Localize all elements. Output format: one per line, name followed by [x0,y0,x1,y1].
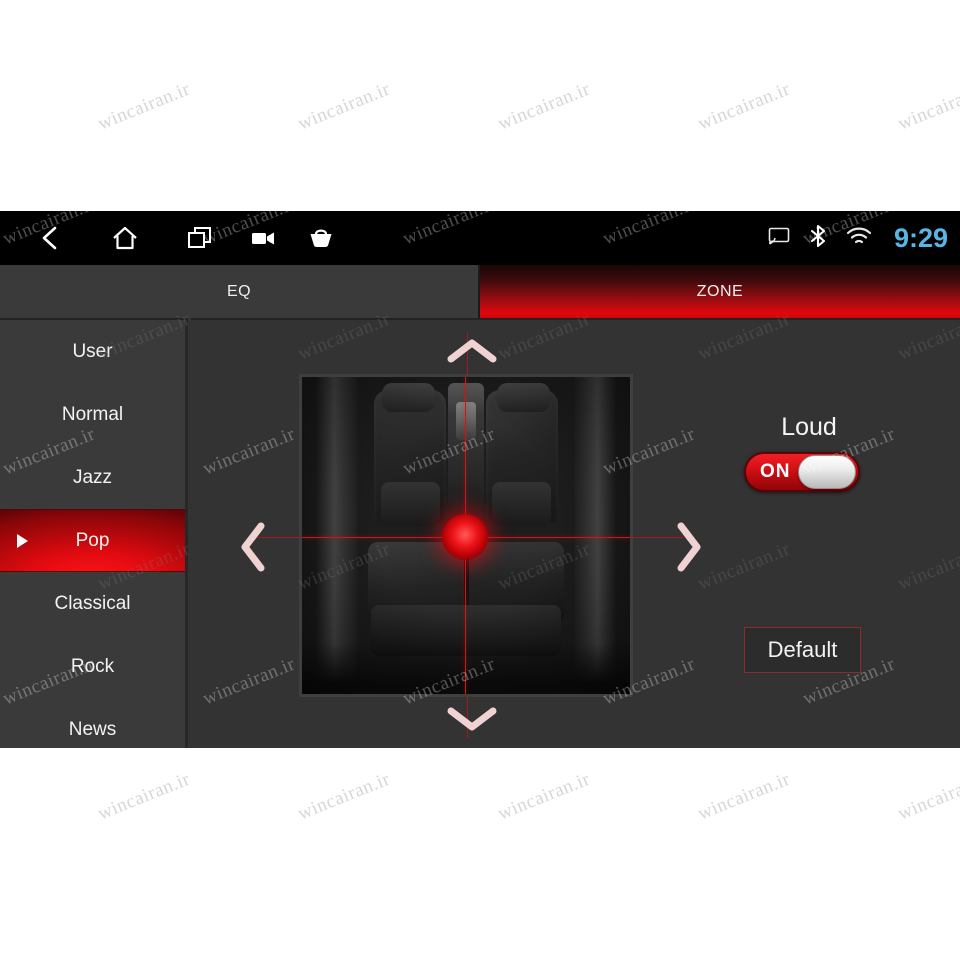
zone-panel: Loud ON Default [191,318,960,748]
selection-marker-icon [17,533,28,548]
car-interior-diagram[interactable] [299,374,633,697]
preset-label: Rock [70,655,115,677]
watermark-text: wincairan.ir [95,768,194,825]
watermark-text: wincairan.ir [495,78,594,135]
watermark-text: wincairan.ir [200,0,298,20]
watermark-text: wincairan.ir [695,768,794,825]
tab-bar: EQ ZONE [0,265,960,318]
recents-icon[interactable] [176,211,224,265]
watermark-text: wincairan.ir [0,0,98,20]
watermark-text: wincairan.ir [600,883,699,940]
zone-down-arrow[interactable] [439,702,505,736]
watermark-text: wincairan.ir [295,78,394,135]
sound-focus-point[interactable] [441,514,488,561]
bluetooth-icon [808,224,828,253]
loud-label: Loud [781,413,837,441]
preset-item-pop[interactable]: Pop [0,509,185,572]
content-area: User Normal Jazz Pop Classical Rock News… [0,318,960,748]
screenshot-canvas: 9:29 EQ ZONE User Normal Jazz Pop Classi… [0,0,960,960]
preset-label: Normal [61,403,124,425]
preset-item-jazz[interactable]: Jazz [0,446,185,509]
default-button-label: Default [767,637,838,662]
preset-label: User [72,340,113,362]
preset-label: Jazz [72,466,113,488]
preset-label: Classical [54,592,131,614]
back-icon[interactable] [26,211,74,265]
tab-zone-label: ZONE [696,282,744,300]
tab-eq-label: EQ [226,282,252,300]
watermark-text: wincairan.ir [400,0,498,20]
watermark-text: wincairan.ir [800,883,899,940]
car-interior-image [302,377,630,694]
watermark-text: wincairan.ir [200,883,299,940]
cast-icon [768,227,790,250]
watermark-text: wincairan.ir [895,78,960,135]
preset-item-classical[interactable]: Classical [0,572,185,635]
eq-preset-list[interactable]: User Normal Jazz Pop Classical Rock News [0,318,188,748]
tab-eq[interactable]: EQ [0,265,480,318]
home-icon[interactable] [101,211,149,265]
watermark-text: wincairan.ir [495,768,594,825]
system-status-icons: 9:29 [768,211,948,265]
watermark-text: wincairan.ir [600,0,698,20]
preset-item-user[interactable]: User [0,320,185,383]
zone-right-arrow[interactable] [669,517,709,577]
watermark-text: wincairan.ir [800,0,898,20]
status-clock: 9:29 [893,222,948,253]
loud-toggle[interactable]: ON [744,452,860,492]
watermark-text: wincairan.ir [400,883,499,940]
status-bar: 9:29 [0,211,960,265]
watermark-text: wincairan.ir [295,768,394,825]
watermark-text: wincairan.ir [895,768,960,825]
zone-left-arrow[interactable] [233,517,273,577]
loud-toggle-state: ON [760,461,791,482]
tab-zone[interactable]: ZONE [480,265,960,318]
preset-item-news[interactable]: News [0,698,185,748]
wifi-icon [846,226,872,251]
video-camera-icon[interactable] [240,211,288,265]
preset-label: Pop [75,529,110,551]
preset-label: News [68,718,117,740]
default-button[interactable]: Default [744,627,861,673]
basket-icon[interactable] [297,211,345,265]
loud-toggle-knob[interactable] [798,455,856,489]
watermark-text: wincairan.ir [695,78,794,135]
watermark-text: wincairan.ir [95,78,194,135]
watermark-text: wincairan.ir [0,883,99,940]
preset-item-normal[interactable]: Normal [0,383,185,446]
zone-up-arrow[interactable] [439,334,505,368]
head-unit-screen: 9:29 EQ ZONE User Normal Jazz Pop Classi… [0,211,960,748]
preset-item-rock[interactable]: Rock [0,635,185,698]
